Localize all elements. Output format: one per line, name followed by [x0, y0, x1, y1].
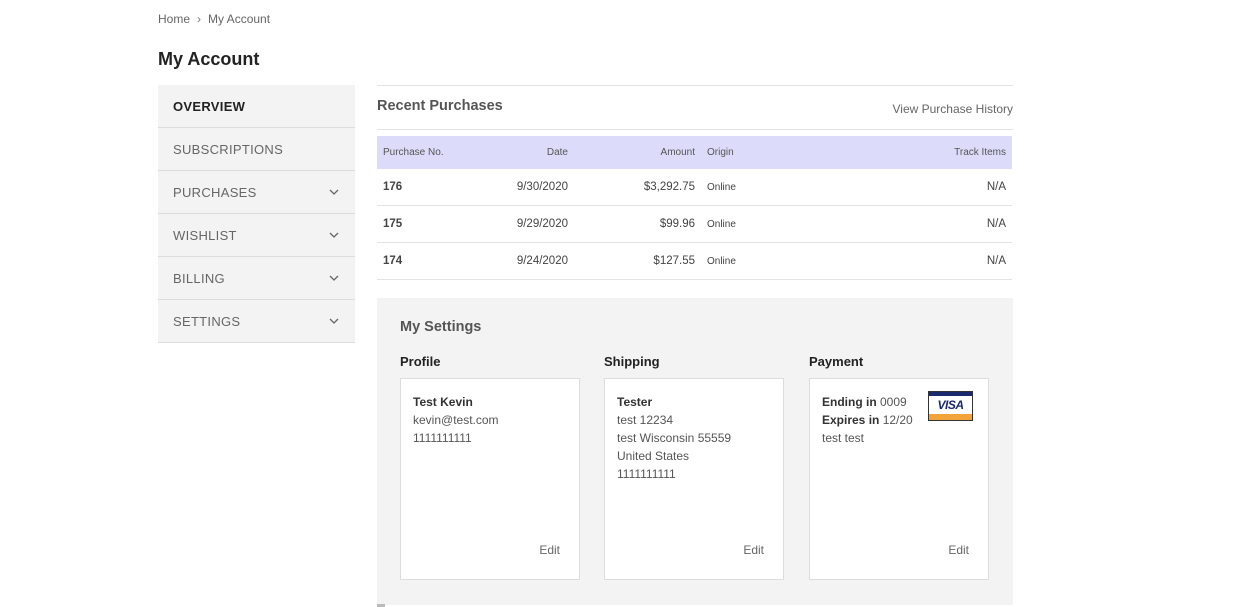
table-row[interactable]: 174 9/24/2020 $127.55 Online N/A	[377, 242, 1012, 280]
shipping-address-line1: test 12234	[617, 413, 674, 427]
view-purchase-history-link[interactable]: View Purchase History	[893, 102, 1014, 116]
column-header-purchase-no: Purchase No.	[377, 136, 494, 169]
profile-email: kevin@test.com	[413, 413, 499, 427]
recent-purchases-title: Recent Purchases	[377, 97, 503, 114]
profile-heading: Profile	[400, 354, 441, 369]
column-header-amount: Amount	[574, 136, 701, 169]
purchase-date: 9/30/2020	[494, 169, 574, 206]
recent-purchases-header: Recent Purchases View Purchase History	[377, 85, 1013, 130]
my-settings-title: My Settings	[400, 319, 482, 335]
expires-in-label: Expires in	[822, 413, 880, 427]
sidebar-item-settings[interactable]: SETTINGS	[158, 300, 355, 343]
purchase-origin: Online	[701, 205, 803, 243]
purchase-track-items: N/A	[803, 169, 1012, 206]
shipping-card: Tester test 12234 test Wisconsin 55559 U…	[604, 378, 784, 580]
recent-purchases-section: Recent Purchases View Purchase History P…	[377, 85, 1013, 280]
column-header-origin: Origin	[701, 136, 803, 169]
shipping-heading: Shipping	[604, 354, 660, 369]
ending-in-label: Ending in	[822, 395, 877, 409]
table-header-row: Purchase No. Date Amount Origin Track It…	[377, 136, 1012, 169]
breadcrumb-current: My Account	[208, 12, 271, 26]
chevron-down-icon[interactable]	[328, 315, 340, 327]
sidebar-item-label: BILLING	[173, 270, 225, 286]
purchase-origin: Online	[701, 242, 803, 280]
purchase-track-items: N/A	[803, 205, 1012, 243]
table-row[interactable]: 176 9/30/2020 $3,292.75 Online N/A	[377, 169, 1012, 206]
profile-name: Test Kevin	[413, 395, 473, 409]
purchase-track-items: N/A	[803, 242, 1012, 280]
breadcrumb-home-link[interactable]: Home	[158, 12, 190, 26]
purchase-number[interactable]: 175	[377, 205, 494, 243]
breadcrumb: Home › My Account	[158, 12, 270, 26]
sidebar-item-overview[interactable]: OVERVIEW	[158, 85, 355, 128]
purchase-date: 9/29/2020	[494, 205, 574, 243]
edit-payment-link[interactable]: Edit	[948, 541, 969, 559]
payment-heading: Payment	[809, 354, 864, 369]
sidebar-item-subscriptions[interactable]: SUBSCRIPTIONS	[158, 128, 355, 171]
purchase-amount: $3,292.75	[574, 169, 701, 206]
shipping-country: United States	[617, 449, 690, 463]
page-title: My Account	[158, 49, 260, 69]
sidebar-item-label: OVERVIEW	[173, 98, 246, 114]
column-header-track-items: Track Items	[803, 136, 1012, 169]
card-last-digits: 0009	[880, 395, 907, 409]
sidebar-item-label: WISHLIST	[173, 227, 237, 243]
profile-card: Test Kevin kevin@test.com 1111111111 Edi…	[400, 378, 580, 580]
visa-card-icon: VISA	[928, 391, 973, 421]
shipping-name: Tester	[617, 395, 653, 409]
chevron-down-icon[interactable]	[328, 229, 340, 241]
cardholder-name: test test	[822, 431, 865, 445]
visa-logo-text: VISA	[937, 398, 964, 412]
shipping-phone: 1111111111	[617, 467, 676, 481]
edit-profile-link[interactable]: Edit	[539, 541, 560, 559]
sidebar-item-wishlist[interactable]: WISHLIST	[158, 214, 355, 257]
account-sidebar: OVERVIEW SUBSCRIPTIONS PURCHASES WISHLIS…	[158, 85, 355, 343]
sidebar-item-label: SETTINGS	[173, 313, 241, 329]
purchases-table: Purchase No. Date Amount Origin Track It…	[377, 136, 1012, 280]
table-row[interactable]: 175 9/29/2020 $99.96 Online N/A	[377, 205, 1012, 243]
purchase-number[interactable]: 176	[377, 169, 494, 206]
breadcrumb-separator: ›	[197, 12, 202, 26]
purchase-date: 9/24/2020	[494, 242, 574, 280]
purchase-amount: $99.96	[574, 205, 701, 243]
chevron-down-icon[interactable]	[328, 272, 340, 284]
sidebar-item-label: PURCHASES	[173, 184, 257, 200]
purchase-amount: $127.55	[574, 242, 701, 280]
purchase-origin: Online	[701, 169, 803, 206]
sidebar-item-label: SUBSCRIPTIONS	[173, 141, 284, 157]
profile-phone: 1111111111	[413, 431, 472, 445]
card-expiry: 12/20	[882, 413, 913, 427]
purchase-number[interactable]: 174	[377, 242, 494, 280]
column-header-date: Date	[494, 136, 574, 169]
my-settings-section: My Settings Profile Test Kevin kevin@tes…	[377, 298, 1013, 605]
sidebar-item-billing[interactable]: BILLING	[158, 257, 355, 300]
sidebar-item-purchases[interactable]: PURCHASES	[158, 171, 355, 214]
chevron-down-icon[interactable]	[328, 186, 340, 198]
shipping-address-line2: test Wisconsin 55559	[617, 431, 732, 445]
payment-card: Ending in 0009 Expires in 12/20 test tes…	[809, 378, 989, 580]
edit-shipping-link[interactable]: Edit	[743, 541, 764, 559]
